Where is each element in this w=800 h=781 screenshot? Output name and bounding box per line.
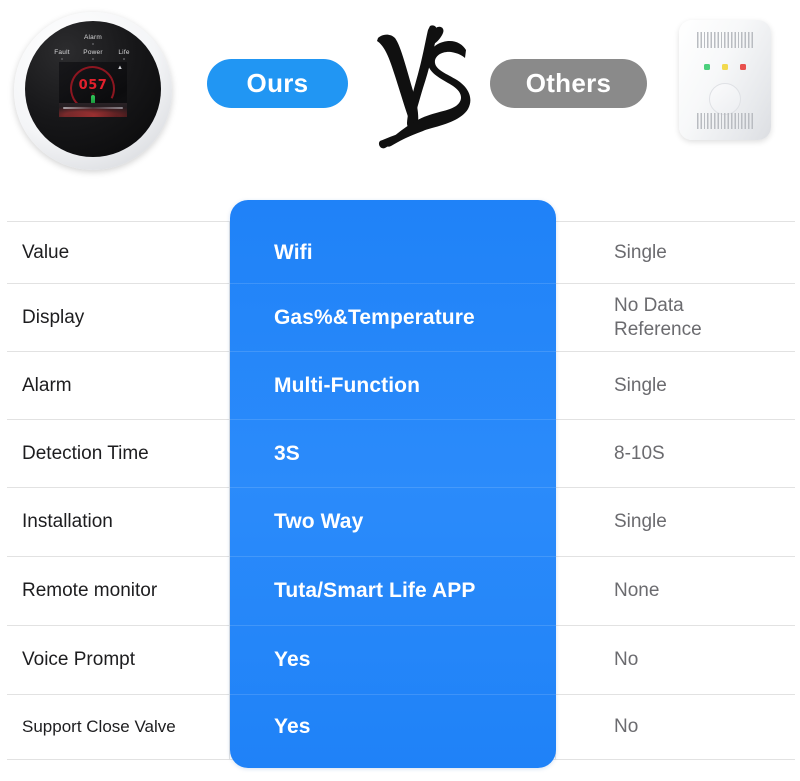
ours-value: Wifi: [274, 240, 313, 264]
device-led-power: [92, 58, 95, 61]
feature-label: Value: [7, 222, 230, 283]
others-value: Single: [555, 352, 795, 419]
device-screen: 057 % ▲: [59, 62, 127, 117]
feature-label: Support Close Valve: [7, 695, 230, 759]
card-divider: [230, 556, 556, 557]
ours-value: Yes: [274, 715, 311, 738]
others-value: Single: [555, 488, 795, 556]
card-divider: [230, 419, 556, 420]
led-red: [740, 64, 746, 70]
others-pill[interactable]: Others: [490, 59, 647, 108]
device-led-alarm: [92, 43, 95, 46]
others-value: 8-10S: [555, 420, 795, 487]
vent-grille-bottom: [697, 113, 754, 129]
card-divider: [230, 283, 556, 284]
vent-grille-top: [697, 32, 754, 48]
feature-label: Remote monitor: [7, 557, 230, 625]
led-yellow: [722, 64, 728, 70]
competitor-led-row: [704, 64, 746, 70]
header-banner: Alarm Fault Power Life 057 % ▲ Ours Othe…: [0, 0, 800, 200]
screen-artwork: [59, 103, 127, 117]
device-label-alarm: Alarm: [84, 34, 102, 41]
device-led-fault: [61, 58, 64, 61]
competitor-body: [679, 20, 771, 140]
ours-device-image: Alarm Fault Power Life 057 % ▲: [14, 12, 172, 170]
ours-highlight-card: [230, 200, 556, 768]
feature-label: Voice Prompt: [7, 626, 230, 694]
others-value: No: [555, 626, 795, 694]
device-label-life: Life: [118, 49, 130, 56]
feature-label: Display: [7, 284, 230, 351]
comparison-infographic: Alarm Fault Power Life 057 % ▲ Ours Othe…: [0, 0, 800, 781]
ours-value: Multi-Function: [274, 373, 421, 397]
device-face: Alarm Fault Power Life 057 % ▲: [25, 21, 161, 157]
feature-label: Installation: [7, 488, 230, 556]
ours-value: 3S: [274, 441, 300, 465]
led-green: [704, 64, 710, 70]
device-led-life: [123, 58, 126, 61]
others-value: No Data Reference: [555, 284, 795, 351]
others-value: No: [555, 695, 795, 759]
wifi-icon: ▲: [117, 65, 123, 71]
others-value: None: [555, 557, 795, 625]
ours-value: Tuta/Smart Life APP: [274, 579, 476, 602]
card-divider: [230, 625, 556, 626]
ours-value: Two Way: [274, 510, 364, 533]
card-divider: [230, 351, 556, 352]
others-device-image: [679, 20, 771, 140]
competitor-test-button[interactable]: [709, 83, 741, 115]
feature-label: Detection Time: [7, 420, 230, 487]
feature-label: Alarm: [7, 352, 230, 419]
vs-icon: [374, 24, 474, 149]
card-divider: [230, 694, 556, 695]
others-value: Single: [555, 222, 795, 283]
card-divider: [230, 487, 556, 488]
ours-value: Yes: [274, 648, 311, 671]
ours-value: Gas%&Temperature: [274, 305, 475, 329]
ours-pill[interactable]: Ours: [207, 59, 348, 108]
